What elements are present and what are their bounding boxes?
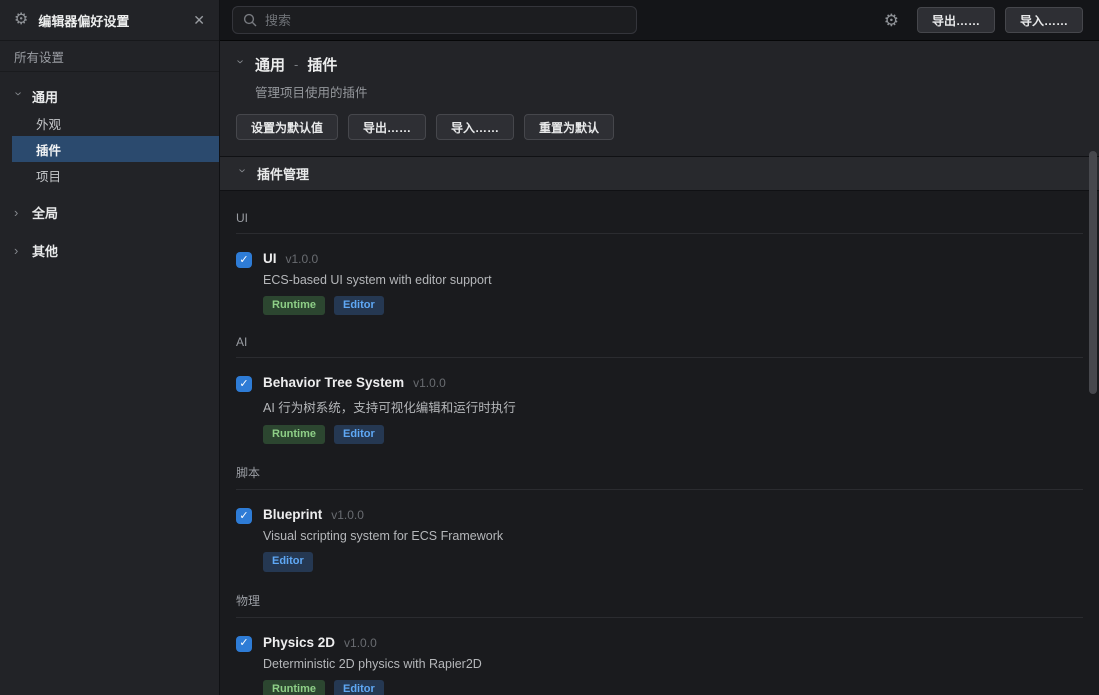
plugin-group: AI ✓ Behavior Tree System v1.0.0 AI 行为树系… [236, 335, 1083, 444]
scrollbar-thumb[interactable] [1089, 151, 1097, 394]
plugin-item: ✓ UI v1.0.0 ECS-based UI system with edi… [236, 251, 1083, 315]
chevron-down-icon: › [13, 91, 26, 101]
topbar-actions: ⚙ 导出…… 导入…… [884, 7, 1083, 33]
sidebar-item-appearance[interactable]: 外观 [0, 110, 219, 136]
plugin-enabled-checkbox[interactable]: ✓ [236, 636, 252, 652]
category-divider [236, 489, 1083, 490]
preferences-sidebar: ⚙ 编辑器偏好设置 ✕ 所有设置 › 通用 外观 插件 项目 › 全局 › 其他 [0, 0, 220, 695]
plugin-badges: Runtime Editor [263, 296, 1083, 315]
all-settings-label[interactable]: 所有设置 [0, 41, 219, 72]
plugin-version: v1.0.0 [344, 636, 377, 650]
plugin-badge-runtime: Runtime [263, 425, 325, 444]
plugin-description: ECS-based UI system with editor support [263, 273, 1083, 287]
plugin-badges: Editor [263, 552, 1083, 571]
plugin-category-label: 物理 [236, 592, 1083, 609]
plugin-group: 物理 ✓ Physics 2D v1.0.0 Deterministic 2D … [236, 592, 1083, 695]
settings-gear-icon[interactable]: ⚙ [884, 12, 899, 29]
chevron-right-icon: › [14, 206, 24, 219]
chevron-down-icon: › [237, 169, 250, 179]
gear-icon: ⚙ [14, 12, 28, 28]
plugin-badge-runtime: Runtime [263, 680, 325, 695]
sidebar-item-project[interactable]: 项目 [0, 162, 219, 188]
plugin-badge-runtime: Runtime [263, 296, 325, 315]
plugin-badges: Runtime Editor [263, 680, 1083, 695]
plugin-version: v1.0.0 [331, 508, 364, 522]
search-input[interactable] [265, 13, 626, 28]
content-header: › 通用 - 插件 管理项目使用的插件 设置为默认值导出…… 导入…… 重置为默认 [220, 41, 1099, 157]
search-box [232, 6, 637, 34]
plugin-name: Physics 2D [263, 635, 335, 650]
main-panel: ⚙ 导出…… 导入…… › 通用 - 插件 管理项目使用的插件 设置为默认值导出… [220, 0, 1099, 695]
section-plugin-management[interactable]: › 插件管理 [220, 157, 1099, 191]
sidebar-item-general[interactable]: › 通用 [0, 82, 219, 110]
check-icon: ✓ [239, 379, 248, 390]
action-row: 设置为默认值导出…… 导入…… 重置为默认 [236, 114, 1083, 140]
plugin-item: ✓ Physics 2D v1.0.0 Deterministic 2D phy… [236, 635, 1083, 695]
plugin-name: UI [263, 251, 277, 266]
topbar: ⚙ 导出…… 导入…… [220, 0, 1099, 41]
page-description: 管理项目使用的插件 [255, 82, 1083, 101]
plugin-description: AI 行为树系统，支持可视化编辑和运行时执行 [263, 397, 1083, 416]
category-divider [236, 357, 1083, 358]
plugin-badge-editor: Editor [334, 425, 384, 444]
plugin-group: 脚本 ✓ Blueprint v1.0.0 Visual scripting s… [236, 464, 1083, 571]
sidebar-item-plugins[interactable]: 插件 [12, 136, 219, 162]
plugin-item: ✓ Behavior Tree System v1.0.0 AI 行为树系统，支… [236, 375, 1083, 444]
window-title: 编辑器偏好设置 [38, 11, 183, 30]
plugin-category-label: 脚本 [236, 464, 1083, 481]
plugin-enabled-checkbox[interactable]: ✓ [236, 252, 252, 268]
import-button[interactable]: 导入…… [436, 114, 514, 140]
set-as-default-button[interactable]: 设置为默认值 [236, 114, 338, 140]
section-title: 插件管理 [257, 164, 309, 183]
check-icon: ✓ [239, 638, 248, 649]
settings-tree: › 通用 外观 插件 项目 › 全局 › 其他 [0, 72, 219, 264]
chevron-down-icon: › [235, 60, 248, 70]
sidebar-header: ⚙ 编辑器偏好设置 ✕ [0, 0, 219, 41]
breadcrumb-category: 通用 [255, 54, 285, 75]
check-icon: ✓ [239, 511, 248, 522]
plugin-category-label: AI [236, 335, 1083, 349]
breadcrumb-separator: - [294, 57, 298, 72]
breadcrumb[interactable]: › 通用 - 插件 [236, 54, 1083, 75]
plugin-badge-editor: Editor [263, 552, 313, 571]
plugin-enabled-checkbox[interactable]: ✓ [236, 508, 252, 524]
plugin-description: Visual scripting system for ECS Framewor… [263, 529, 1083, 543]
close-icon[interactable]: ✕ [193, 12, 205, 29]
page-title: 插件 [307, 54, 337, 75]
category-divider [236, 233, 1083, 234]
plugin-item: ✓ Blueprint v1.0.0 Visual scripting syst… [236, 507, 1083, 571]
plugin-list: UI ✓ UI v1.0.0 ECS-based UI system with … [220, 191, 1099, 695]
plugin-group: UI ✓ UI v1.0.0 ECS-based UI system with … [236, 211, 1083, 315]
plugin-description: Deterministic 2D physics with Rapier2D [263, 657, 1083, 671]
category-divider [236, 617, 1083, 618]
check-icon: ✓ [239, 255, 248, 266]
sidebar-item-other[interactable]: › 其他 [0, 236, 219, 264]
import-button[interactable]: 导入…… [1005, 7, 1083, 33]
sidebar-item-global[interactable]: › 全局 [0, 198, 219, 226]
plugin-badges: Runtime Editor [263, 425, 1083, 444]
plugin-name: Blueprint [263, 507, 322, 522]
plugin-version: v1.0.0 [286, 252, 319, 266]
plugin-badge-editor: Editor [334, 296, 384, 315]
search-icon [243, 13, 257, 27]
plugin-enabled-checkbox[interactable]: ✓ [236, 376, 252, 392]
plugin-badge-editor: Editor [334, 680, 384, 695]
export-button[interactable]: 导出…… [917, 7, 995, 33]
plugin-category-label: UI [236, 211, 1083, 225]
plugin-name: Behavior Tree System [263, 375, 404, 390]
reset-to-default-button[interactable]: 重置为默认 [524, 114, 614, 140]
plugin-version: v1.0.0 [413, 376, 446, 390]
chevron-right-icon: › [14, 244, 24, 257]
export-button[interactable]: 导出…… [348, 114, 426, 140]
